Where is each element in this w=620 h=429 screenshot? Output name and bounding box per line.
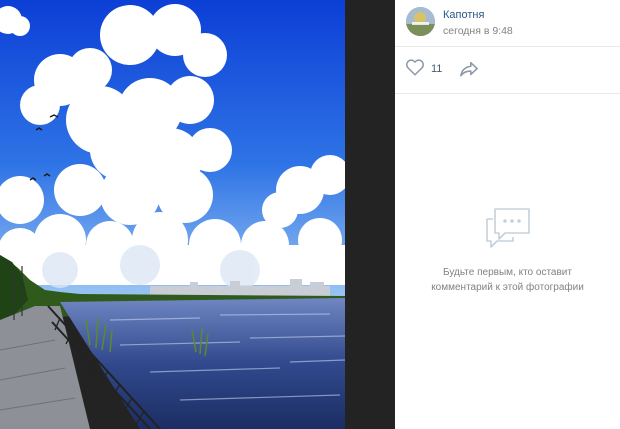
avatar[interactable] (406, 7, 435, 36)
comments-empty-state: Будьте первым, кто оставит комментарий к… (395, 205, 620, 295)
post-photo[interactable] (0, 0, 345, 429)
like-button[interactable]: 11 (405, 58, 443, 81)
heart-icon (405, 58, 425, 81)
post-actions: 11 (395, 47, 620, 94)
post-timestamp[interactable]: сегодня в 9:48 (443, 25, 513, 37)
photo-viewer (0, 0, 395, 429)
share-button[interactable] (458, 60, 480, 83)
photo-info-panel: Капотня сегодня в 9:48 11 Будьте первым,… (395, 0, 620, 429)
share-arrow-icon (458, 61, 480, 82)
post-author-header: Капотня сегодня в 9:48 (395, 0, 620, 47)
like-count: 11 (431, 63, 443, 75)
comments-empty-text: Будьте первым, кто оставит комментарий к… (431, 267, 584, 293)
comments-bubble-icon (483, 208, 533, 253)
author-name-link[interactable]: Капотня (443, 9, 484, 21)
